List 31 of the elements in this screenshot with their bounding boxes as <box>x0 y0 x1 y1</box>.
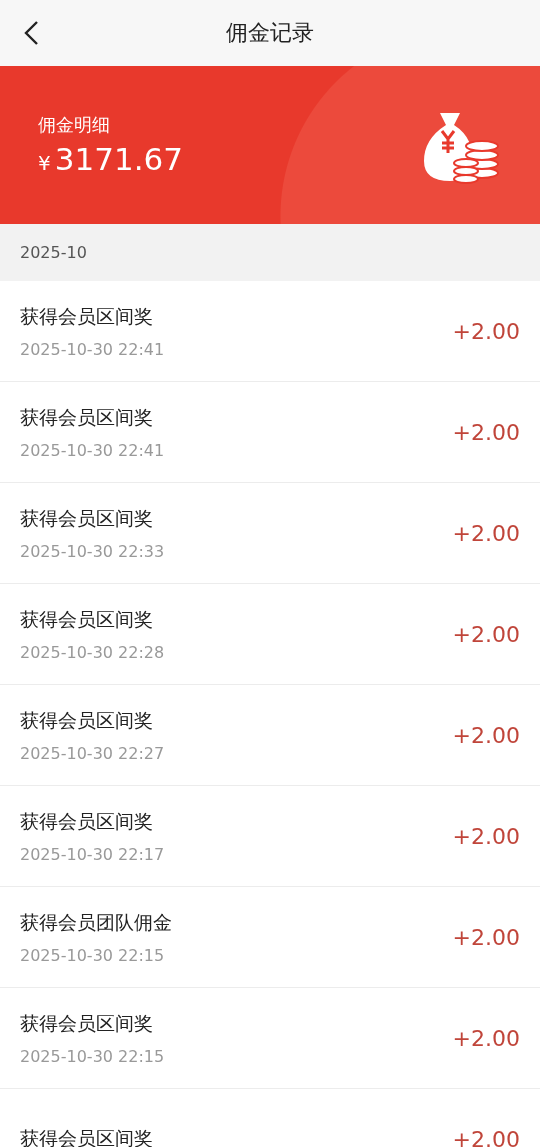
record-amount: +2.00 <box>452 1025 520 1051</box>
month-header: 2025-10 <box>0 224 540 281</box>
record-amount: +2.00 <box>452 1126 520 1147</box>
record-title: 获得会员区间奖 <box>20 303 154 329</box>
record-time: 2025-10-30 22:27 <box>20 743 166 763</box>
record-time: 2025-10-30 22:33 <box>20 541 166 561</box>
record-amount: +2.00 <box>452 318 520 344</box>
record-title: 获得会员区间奖 <box>20 1126 154 1147</box>
back-icon <box>23 20 39 46</box>
record-amount: +2.00 <box>452 621 520 647</box>
record-time: 2025-10-30 22:15 <box>20 1046 166 1066</box>
total-amount: ¥3171.67 <box>38 141 184 177</box>
record-time: 2025-10-30 22:28 <box>20 642 166 662</box>
record-title: 获得会员区间奖 <box>20 505 154 531</box>
record-amount: +2.00 <box>452 823 520 849</box>
record-time: 2025-10-30 22:15 <box>20 945 166 965</box>
record-title: 获得会员区间奖 <box>20 1010 154 1036</box>
record-time: 2025-10-30 22:41 <box>20 440 166 460</box>
record-time: 2025-10-30 22:17 <box>20 844 166 864</box>
banner-label: 佣金明细 <box>38 113 111 137</box>
record-title: 获得会员团队佣金 <box>20 909 173 935</box>
record-title: 获得会员区间奖 <box>20 606 154 632</box>
record-amount: +2.00 <box>452 722 520 748</box>
record-title: 获得会员区间奖 <box>20 404 154 430</box>
page-title: 佣金记录 <box>226 19 314 47</box>
record-amount: +2.00 <box>452 419 520 445</box>
record-title: 获得会员区间奖 <box>20 707 154 733</box>
record-amount: +2.00 <box>452 520 520 546</box>
record-amount: +2.00 <box>452 924 520 950</box>
record-time: 2025-10-30 22:41 <box>20 339 166 359</box>
record-title: 获得会员区间奖 <box>20 808 154 834</box>
